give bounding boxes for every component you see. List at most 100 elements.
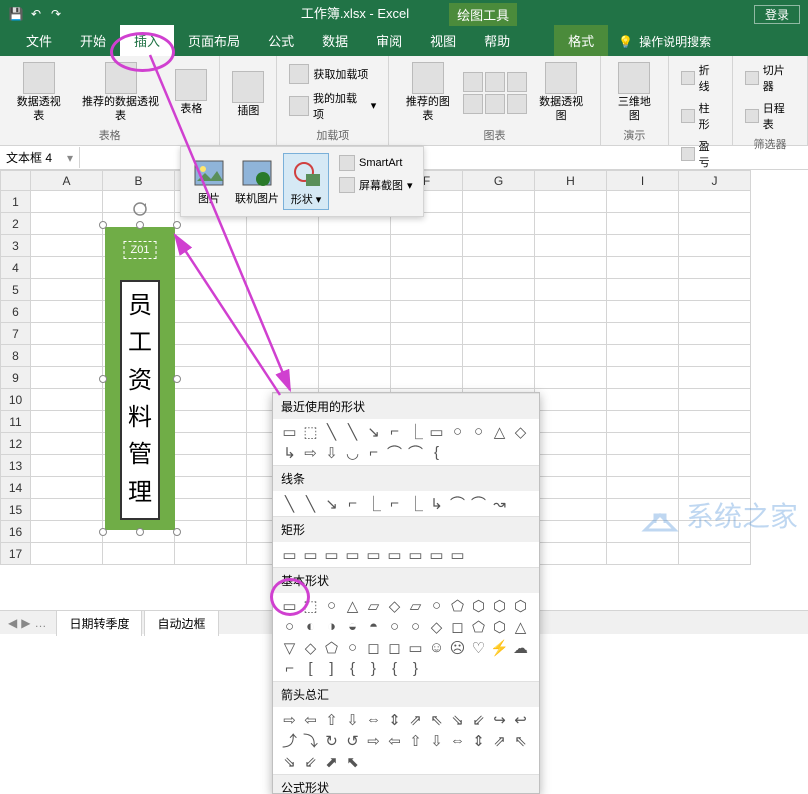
name-box[interactable]: 文本框 4▾ bbox=[0, 147, 80, 168]
cell[interactable] bbox=[31, 345, 103, 367]
cell[interactable] bbox=[175, 367, 247, 389]
shape-option[interactable]: ⬈ bbox=[321, 751, 342, 772]
shape-option[interactable]: ⇖ bbox=[426, 709, 447, 730]
shape-option[interactable]: ⌐ bbox=[384, 421, 405, 442]
shape-option[interactable]: ⬡ bbox=[489, 595, 510, 616]
shape-option[interactable]: ⎿ bbox=[405, 421, 426, 442]
shape-option[interactable]: ▭ bbox=[447, 544, 468, 565]
cell[interactable] bbox=[607, 543, 679, 565]
cell[interactable] bbox=[391, 323, 463, 345]
cell[interactable] bbox=[679, 543, 751, 565]
column-header[interactable]: I bbox=[607, 171, 679, 191]
shape-option[interactable]: ↺ bbox=[342, 730, 363, 751]
shape-option[interactable]: { bbox=[342, 658, 363, 679]
shape-option[interactable]: ⌐ bbox=[384, 493, 405, 514]
cell[interactable] bbox=[463, 345, 535, 367]
cell[interactable] bbox=[679, 301, 751, 323]
chart-type-icon[interactable] bbox=[485, 94, 505, 114]
cell[interactable] bbox=[679, 477, 751, 499]
chart-type-icon[interactable] bbox=[463, 94, 483, 114]
shape-option[interactable]: ◻ bbox=[363, 637, 384, 658]
cell[interactable] bbox=[535, 235, 607, 257]
cell[interactable] bbox=[391, 235, 463, 257]
shape-option[interactable]: ⇧ bbox=[405, 730, 426, 751]
cell[interactable] bbox=[535, 389, 607, 411]
cell[interactable] bbox=[463, 279, 535, 301]
cell[interactable] bbox=[31, 191, 103, 213]
row-header[interactable]: 12 bbox=[1, 433, 31, 455]
shape-option[interactable]: ▭ bbox=[384, 544, 405, 565]
cell[interactable] bbox=[607, 235, 679, 257]
chart-type-icon[interactable] bbox=[507, 94, 527, 114]
shape-option[interactable]: ╲ bbox=[342, 421, 363, 442]
cell[interactable] bbox=[607, 323, 679, 345]
tab-help[interactable]: 帮助 bbox=[470, 25, 524, 56]
shape-option[interactable]: ⇙ bbox=[468, 709, 489, 730]
cell[interactable] bbox=[175, 411, 247, 433]
shape-option[interactable]: ⇩ bbox=[321, 442, 342, 463]
shape-option[interactable]: ⌒ bbox=[468, 493, 489, 514]
shape-option[interactable]: ⤴ bbox=[279, 730, 300, 751]
cell[interactable] bbox=[175, 455, 247, 477]
cell[interactable] bbox=[607, 301, 679, 323]
shape-option[interactable]: ↘ bbox=[321, 493, 342, 514]
tell-me-search[interactable]: 💡 操作说明搜索 bbox=[608, 27, 721, 56]
cell[interactable] bbox=[535, 543, 607, 565]
tab-data[interactable]: 数据 bbox=[308, 25, 362, 56]
shape-option[interactable]: ▱ bbox=[405, 595, 426, 616]
cell[interactable] bbox=[535, 411, 607, 433]
cell[interactable] bbox=[31, 455, 103, 477]
cell[interactable] bbox=[391, 367, 463, 389]
column-header[interactable]: G bbox=[463, 171, 535, 191]
cell[interactable] bbox=[607, 411, 679, 433]
shape-option[interactable]: ⌒ bbox=[384, 442, 405, 463]
cell[interactable] bbox=[391, 257, 463, 279]
shape-option[interactable]: ⇖ bbox=[510, 730, 531, 751]
cell[interactable] bbox=[607, 477, 679, 499]
cell[interactable] bbox=[319, 345, 391, 367]
cell[interactable] bbox=[679, 191, 751, 213]
shape-option[interactable]: ↳ bbox=[279, 442, 300, 463]
cell[interactable] bbox=[535, 345, 607, 367]
shape-option[interactable]: ▭ bbox=[405, 637, 426, 658]
get-addins-button[interactable]: 获取加载项 bbox=[285, 62, 380, 86]
sheet-tab-1[interactable]: 日期转季度 bbox=[56, 610, 142, 636]
cell[interactable] bbox=[175, 389, 247, 411]
cell[interactable] bbox=[31, 433, 103, 455]
cell[interactable] bbox=[535, 521, 607, 543]
cell[interactable] bbox=[175, 257, 247, 279]
pivot-chart-button[interactable]: 数据透视图 bbox=[531, 60, 592, 124]
cell[interactable] bbox=[247, 279, 319, 301]
tab-file[interactable]: 文件 bbox=[12, 25, 66, 56]
cell[interactable] bbox=[319, 257, 391, 279]
shape-option[interactable]: ▭ bbox=[426, 544, 447, 565]
cell[interactable] bbox=[535, 257, 607, 279]
cell[interactable] bbox=[319, 279, 391, 301]
shape-option[interactable]: ↻ bbox=[321, 730, 342, 751]
cell[interactable] bbox=[463, 213, 535, 235]
cell[interactable] bbox=[607, 455, 679, 477]
slicer-button[interactable]: 切片器 bbox=[741, 60, 799, 96]
cell[interactable] bbox=[607, 499, 679, 521]
shape-option[interactable]: ↘ bbox=[363, 421, 384, 442]
cell[interactable] bbox=[391, 345, 463, 367]
row-header[interactable]: 3 bbox=[1, 235, 31, 257]
shape-option[interactable]: ▭ bbox=[279, 421, 300, 442]
cell[interactable] bbox=[679, 499, 751, 521]
shape-option[interactable]: ⇘ bbox=[279, 751, 300, 772]
online-picture-button[interactable]: 联机图片 bbox=[231, 153, 283, 210]
cell[interactable] bbox=[463, 367, 535, 389]
cell[interactable] bbox=[175, 543, 247, 565]
shape-option[interactable]: ○ bbox=[321, 595, 342, 616]
cell[interactable] bbox=[607, 191, 679, 213]
shape-option[interactable]: ⌒ bbox=[447, 493, 468, 514]
cell[interactable] bbox=[31, 499, 103, 521]
cell[interactable] bbox=[175, 323, 247, 345]
cell[interactable] bbox=[679, 323, 751, 345]
cell[interactable] bbox=[247, 367, 319, 389]
cell[interactable] bbox=[463, 257, 535, 279]
row-header[interactable]: 8 bbox=[1, 345, 31, 367]
cell[interactable] bbox=[31, 213, 103, 235]
smartart-button[interactable]: SmartArt bbox=[335, 153, 417, 173]
cell[interactable] bbox=[31, 367, 103, 389]
